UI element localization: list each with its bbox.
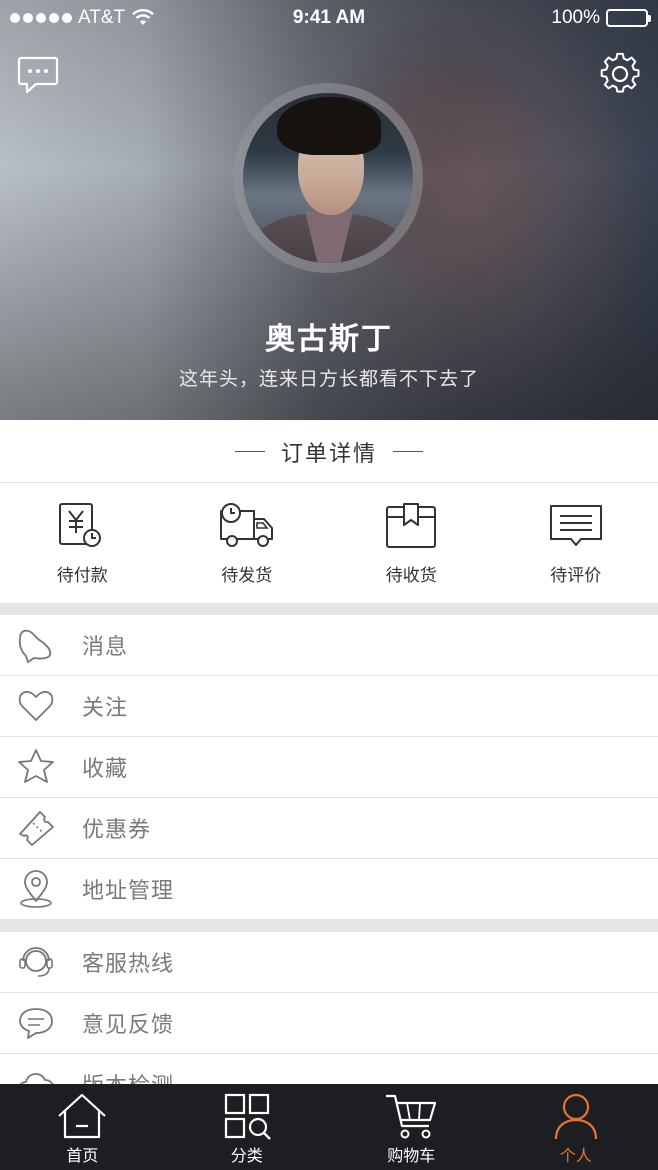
order-pending-payment[interactable]: 待付款 (0, 483, 165, 603)
menu-item-favorites[interactable]: 收藏 (0, 737, 658, 798)
order-label: 待收货 (385, 566, 437, 586)
user-bio: 这年头，连来日方长都看不下去了 (178, 368, 479, 390)
tab-cart[interactable]: 购物车 (329, 1084, 494, 1170)
section-gap (0, 920, 658, 932)
section-gap (0, 603, 658, 615)
order-section-title: 订单详情 (0, 421, 658, 483)
order-status-row: 待付款 待发货 待收货 待评价 (0, 483, 658, 603)
avatar[interactable] (243, 93, 413, 263)
menu-item-follow[interactable]: 关注 (0, 676, 658, 737)
tab-personal[interactable]: 个人 (494, 1084, 658, 1170)
menu-item-messages[interactable]: 消息 (0, 615, 658, 676)
status-bar: AT&T 9:41 AM 100% (0, 0, 658, 38)
order-label: 待发货 (221, 566, 273, 586)
review-comment-icon (549, 505, 602, 546)
package-box-icon (386, 503, 437, 548)
menu-label: 客服热线 (82, 952, 175, 977)
title-dash-right (393, 451, 423, 452)
tab-label: 首页 (66, 1146, 99, 1165)
person-icon (554, 1093, 597, 1140)
location-pin-icon (20, 870, 52, 908)
home-icon (58, 1093, 106, 1139)
headset-icon (19, 947, 53, 977)
star-icon (18, 749, 54, 783)
cart-icon (386, 1094, 437, 1139)
delivery-truck-icon (219, 503, 273, 547)
user-name: 奥古斯丁 (265, 322, 393, 357)
menu-label: 关注 (82, 696, 129, 721)
tab-label: 分类 (230, 1146, 263, 1165)
order-pending-shipment[interactable]: 待发货 (165, 483, 330, 603)
signal-icon (10, 13, 72, 23)
bell-icon (18, 629, 52, 663)
order-title: 订单详情 (280, 441, 377, 467)
menu-label: 意见反馈 (82, 1013, 175, 1038)
category-grid-icon (224, 1093, 271, 1140)
status-left: AT&T (10, 7, 155, 29)
payment-pending-icon (59, 503, 102, 547)
status-right: 100% (551, 7, 651, 29)
menu-label: 消息 (82, 635, 129, 660)
coupon-icon (19, 811, 54, 846)
heart-icon (18, 690, 54, 721)
title-dash-left (234, 451, 265, 452)
tab-label: 购物车 (387, 1146, 436, 1165)
menu-label: 地址管理 (82, 879, 175, 904)
wifi-icon (132, 9, 154, 25)
order-label: 待付款 (56, 566, 108, 586)
order-pending-receipt[interactable]: 待收货 (329, 483, 494, 603)
feedback-icon (19, 1008, 53, 1039)
battery-icon (606, 9, 651, 27)
carrier-label: AT&T (78, 7, 126, 28)
tab-home[interactable]: 首页 (0, 1084, 165, 1170)
menu-group-1: 消息 关注 收藏 优惠券 地址管理 (0, 615, 658, 920)
order-label: 待评价 (550, 566, 602, 586)
menu-item-feedback[interactable]: 意见反馈 (0, 993, 658, 1054)
menu-label: 收藏 (82, 757, 129, 782)
chat-bubble-icon (17, 56, 59, 94)
menu-label: 优惠券 (82, 818, 152, 843)
menu-item-address[interactable]: 地址管理 (0, 859, 658, 920)
tab-bar: 首页 分类 购物车 个人 (0, 1084, 658, 1170)
menu-item-coupons[interactable]: 优惠券 (0, 798, 658, 859)
tab-category[interactable]: 分类 (165, 1084, 330, 1170)
profile-header: AT&T 9:41 AM 100% 奥古斯丁 这年头，连来日方长都看不下去了 (0, 0, 658, 420)
gear-icon (600, 52, 640, 93)
message-button[interactable] (16, 52, 60, 96)
menu-item-hotline[interactable]: 客服热线 (0, 932, 658, 993)
battery-percent: 100% (551, 7, 600, 28)
tab-label: 个人 (559, 1146, 592, 1165)
order-pending-review[interactable]: 待评价 (494, 483, 658, 603)
settings-button[interactable] (598, 52, 642, 96)
